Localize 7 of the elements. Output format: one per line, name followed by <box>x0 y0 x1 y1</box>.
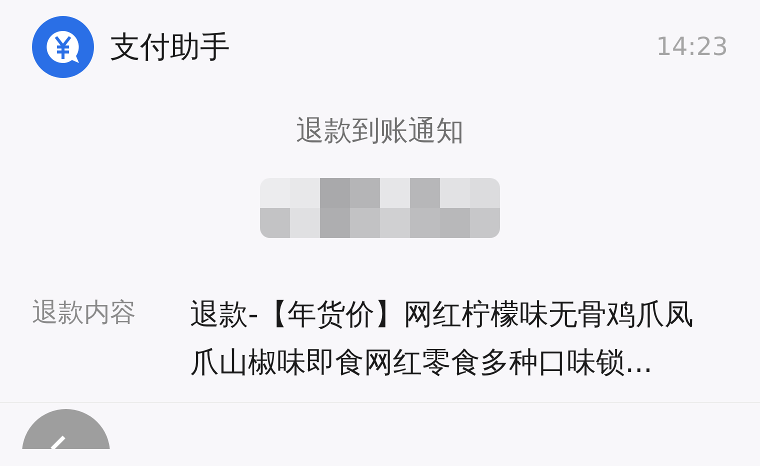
detail-value: 退款-【年货价】网红柠檬味无骨鸡爪凤爪山椒味即食网红零食多种口味锁... <box>190 296 694 381</box>
app-icon <box>32 16 94 78</box>
detail-label: 退款内容 <box>32 297 137 330</box>
app-name: 支付助手 <box>110 28 230 66</box>
check-avatar-icon <box>22 409 110 449</box>
time-label: 14:23 <box>656 31 728 64</box>
notice-title: 退款到账通知 <box>295 113 465 149</box>
